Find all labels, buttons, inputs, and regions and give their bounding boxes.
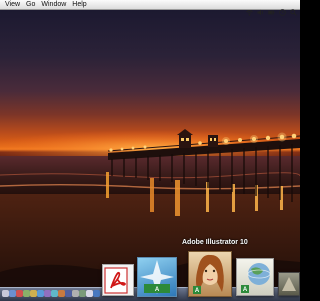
battery-icon[interactable] <box>268 1 275 15</box>
dock-app-icon[interactable] <box>65 290 72 297</box>
svg-text:A: A <box>195 288 200 294</box>
wifi-icon[interactable] <box>246 1 253 16</box>
menu-go[interactable]: Go <box>26 0 35 9</box>
menu-window[interactable]: Window <box>41 0 66 9</box>
dock-app-icon[interactable] <box>86 290 93 297</box>
dock-app-icon[interactable] <box>79 290 86 297</box>
dock-app-icon[interactable] <box>51 290 58 297</box>
dock-app-icon[interactable] <box>16 290 23 297</box>
clock-icon[interactable] <box>279 1 286 16</box>
dock-app-icon[interactable] <box>72 290 79 297</box>
adobe-illustrator-icon[interactable]: A <box>188 251 232 297</box>
dock-tooltip: Adobe Illustrator 10 <box>182 239 248 246</box>
svg-text:A: A <box>243 287 248 293</box>
globe-document-icon[interactable]: A <box>236 258 274 296</box>
dock-app-icon[interactable] <box>58 290 65 297</box>
dock-app-icon[interactable] <box>37 290 44 297</box>
dock-app-icon[interactable] <box>2 290 9 297</box>
acrobat-icon[interactable] <box>102 264 134 296</box>
spotlight-icon[interactable] <box>290 1 297 16</box>
menu-view[interactable]: View <box>5 0 20 9</box>
menu-extras <box>246 0 297 16</box>
volume-icon[interactable] <box>257 1 264 16</box>
menu-bar: View Go Window Help <box>0 0 300 16</box>
dock-app-icon[interactable] <box>30 290 37 297</box>
dock-app-icon[interactable] <box>23 290 30 297</box>
software-installer-icon[interactable]: A <box>137 257 177 297</box>
menu-help[interactable]: Help <box>72 0 86 9</box>
svg-text:A: A <box>155 287 160 293</box>
partial-icon[interactable] <box>278 272 300 296</box>
dock-app-icon[interactable] <box>9 290 16 297</box>
dock-app-icon[interactable] <box>93 290 100 297</box>
dock-app-icon[interactable] <box>44 290 51 297</box>
